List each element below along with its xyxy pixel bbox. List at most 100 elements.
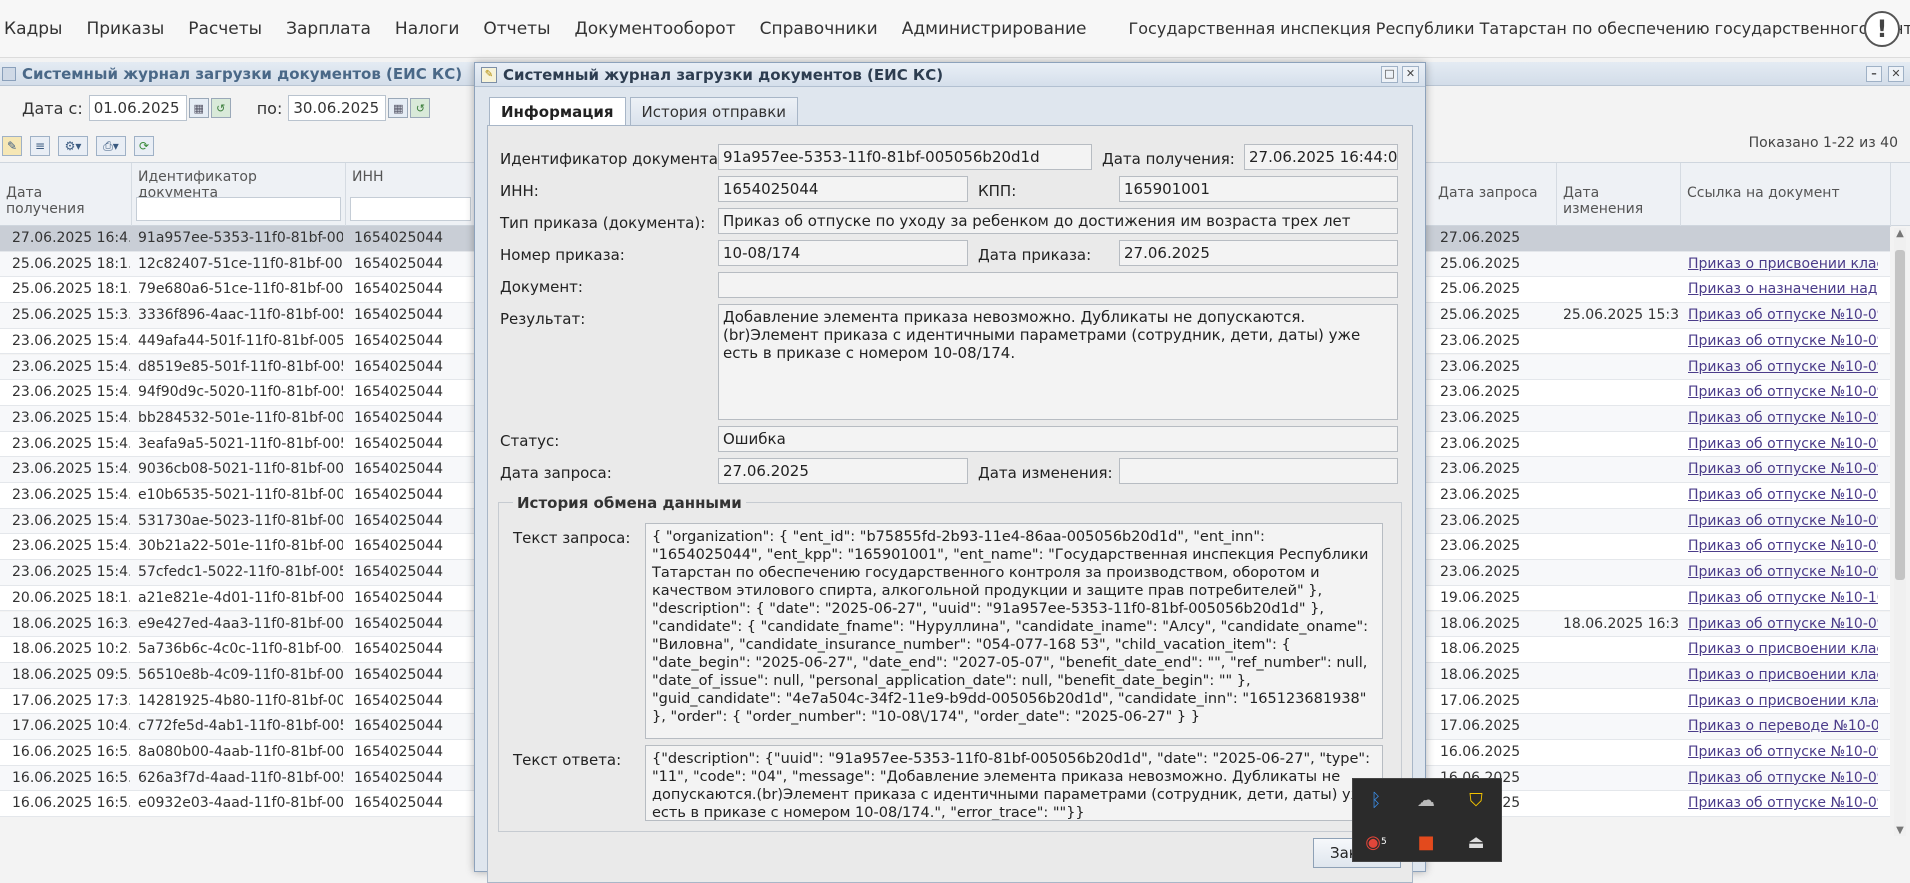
- table-cell: 16.06.2025: [1440, 744, 1555, 760]
- close-icon[interactable]: ✕: [1888, 66, 1904, 82]
- doc-link[interactable]: Приказ об отпуске №10-09/...: [1688, 333, 1878, 349]
- calendar-clear-icon[interactable]: ↺: [211, 98, 231, 118]
- table-cell: 1654025044: [354, 590, 474, 606]
- table-cell: 23.06.2025: [1440, 513, 1555, 529]
- doc-link[interactable]: Приказ о переводе №10-08...: [1688, 718, 1878, 734]
- column-header-label: Дата получения: [6, 185, 85, 217]
- doc-link[interactable]: Приказ об отпуске №10-09/...: [1688, 538, 1878, 554]
- scroll-down-icon[interactable]: ▼: [1894, 825, 1906, 836]
- column-header-date-changed[interactable]: Дата изменения: [1557, 163, 1681, 227]
- scroll-up-icon[interactable]: ▲: [1894, 228, 1906, 239]
- maximize-icon[interactable]: □: [1381, 66, 1398, 83]
- table-cell: 1654025044: [354, 693, 474, 709]
- scrollbar-thumb[interactable]: [1895, 250, 1905, 580]
- doc-link[interactable]: Приказ об отпуске №10-09/...: [1688, 513, 1878, 529]
- menu-spravochniki[interactable]: Справочники: [748, 19, 890, 39]
- menu-otchety[interactable]: Отчеты: [471, 19, 562, 39]
- date-received-field[interactable]: 27.06.2025 16:44:01: [1244, 144, 1398, 170]
- edit-icon[interactable]: ✎: [2, 136, 22, 156]
- doc-link[interactable]: Приказ о присвоении класс...: [1688, 667, 1878, 683]
- date-to-input[interactable]: 30.06.2025: [288, 95, 386, 121]
- inn-field[interactable]: 1654025044: [718, 176, 968, 202]
- tab-sending-history[interactable]: История отправки: [630, 97, 799, 125]
- column-header-doc-link[interactable]: Ссылка на документ: [1681, 163, 1891, 227]
- menu-zarplata[interactable]: Зарплата: [274, 19, 383, 39]
- doc-link[interactable]: Приказ об отпуске №10-09/...: [1688, 384, 1878, 400]
- security-warning-icon[interactable]: ⛉: [1463, 787, 1489, 813]
- list-icon[interactable]: ≡: [30, 136, 50, 156]
- date-changed-field[interactable]: [1119, 458, 1398, 484]
- doc-id-filter-input[interactable]: [136, 197, 341, 221]
- doc-link[interactable]: Приказ об отпуске №10-09/...: [1688, 487, 1878, 503]
- doc-link[interactable]: Приказ об отпуске №10-09/...: [1688, 410, 1878, 426]
- doc-link[interactable]: Приказ о назначении надба...: [1688, 281, 1878, 297]
- alert-icon[interactable]: !: [1864, 11, 1900, 47]
- table-cell: c772fe5d-4ab1-11f0-81bf-0050...: [138, 718, 343, 734]
- doc-link[interactable]: Приказ о присвоении класс...: [1688, 256, 1878, 272]
- doc-link[interactable]: Приказ об отпуске №10-09/...: [1688, 770, 1878, 786]
- table-cell: 5a736b6c-4c0c-11f0-81bf-0050...: [138, 641, 343, 657]
- doc-link[interactable]: Приказ о присвоении класс...: [1688, 693, 1878, 709]
- column-header-inn[interactable]: ИНН: [346, 163, 476, 227]
- date-request-field[interactable]: 27.06.2025: [718, 458, 968, 484]
- table-cell: 1654025044: [354, 718, 474, 734]
- doc-link[interactable]: Приказ об отпуске №10-09/...: [1688, 795, 1878, 811]
- inn-filter-input[interactable]: [350, 197, 471, 221]
- kpp-field[interactable]: 165901001: [1119, 176, 1398, 202]
- table-cell: 3eafa9a5-5021-11f0-81bf-0050...: [138, 436, 343, 452]
- doc-link[interactable]: Приказ об отпуске №10-09/...: [1688, 436, 1878, 452]
- response-text-area[interactable]: {"description": {"uuid": "91a957ee-5353-…: [645, 745, 1383, 821]
- close-icon[interactable]: ✕: [1402, 66, 1419, 83]
- menu-raschety[interactable]: Расчеты: [176, 19, 274, 39]
- menu-nalogi[interactable]: Налоги: [383, 19, 471, 39]
- doc-link[interactable]: Приказ об отпуске №10-10/...: [1688, 590, 1878, 606]
- doc-link[interactable]: Приказ об отпуске №10-09/...: [1688, 616, 1878, 632]
- table-cell: e0932e03-4aad-11f0-81bf-0050...: [138, 795, 343, 811]
- order-date-field[interactable]: 27.06.2025: [1119, 240, 1398, 266]
- eject-icon[interactable]: ⏏: [1463, 829, 1489, 855]
- print-dropdown-icon[interactable]: ⎙▾: [96, 136, 126, 156]
- minimize-icon[interactable]: –: [1866, 66, 1882, 82]
- document-field[interactable]: [718, 272, 1398, 298]
- menu-dokumentooborot[interactable]: Документооборот: [563, 19, 748, 39]
- menu-administrirovanie[interactable]: Администрирование: [890, 19, 1099, 39]
- order-type-field[interactable]: Приказ об отпуске по уходу за ребенком д…: [718, 208, 1398, 234]
- doc-id-field[interactable]: 91a957ee-5353-11f0-81bf-005056b20d1d: [718, 144, 1092, 170]
- result-field[interactable]: Добавление элемента приказа невозможно. …: [718, 304, 1398, 420]
- status-field[interactable]: Ошибка: [718, 426, 1398, 452]
- table-cell: 17.06.2025: [1440, 693, 1555, 709]
- order-number-field[interactable]: 10-08/174: [718, 240, 968, 266]
- menu-prikazy[interactable]: Приказы: [74, 19, 176, 39]
- request-text-area[interactable]: { "organization": { "ent_id": "b75855fd-…: [645, 523, 1383, 739]
- column-header-date-request[interactable]: Дата запроса: [1432, 163, 1557, 227]
- column-header-doc-id[interactable]: Идентификатор документа: [132, 163, 346, 227]
- table-cell: 18.06.2025 16:3...: [12, 616, 130, 632]
- date-from-input[interactable]: 01.06.2025: [89, 95, 187, 121]
- settings-dropdown-icon[interactable]: ⚙▾: [58, 136, 88, 156]
- doc-link[interactable]: Приказ о присвоении класс...: [1688, 641, 1878, 657]
- dialog-title-bar[interactable]: ✎ Системный журнал загрузки документов (…: [475, 63, 1425, 87]
- order-number-label: Номер приказа:: [500, 246, 625, 264]
- chrome-badge-icon[interactable]: ◉5: [1363, 829, 1389, 855]
- column-header-label: ИНН: [352, 169, 384, 185]
- calendar-clear-icon[interactable]: ↺: [410, 98, 430, 118]
- table-cell: e9e427ed-4aa3-11f0-81bf-0050...: [138, 616, 343, 632]
- tab-information[interactable]: Информация: [489, 97, 626, 126]
- doc-link[interactable]: Приказ об отпуске №10-09/...: [1688, 564, 1878, 580]
- office-icon[interactable]: ■: [1413, 829, 1439, 855]
- doc-link[interactable]: Приказ об отпуске №10-09/...: [1688, 359, 1878, 375]
- refresh-icon[interactable]: ⟳: [134, 136, 154, 156]
- bluetooth-icon[interactable]: ᛒ: [1363, 787, 1389, 813]
- doc-link[interactable]: Приказ об отпуске №10-09/...: [1688, 744, 1878, 760]
- table-cell: 1654025044: [354, 744, 474, 760]
- calendar-icon[interactable]: ▦: [189, 98, 209, 118]
- doc-link[interactable]: Приказ об отпуске №10-09/...: [1688, 461, 1878, 477]
- grid-scrollbar[interactable]: ▲ ▼: [1894, 228, 1906, 836]
- table-cell: 23.06.2025: [1440, 359, 1555, 375]
- column-header-date-received[interactable]: Дата получения: [0, 163, 132, 227]
- doc-link[interactable]: Приказ об отпуске №10-09/...: [1688, 307, 1878, 323]
- calendar-icon[interactable]: ▦: [388, 98, 408, 118]
- date-to-label: по:: [257, 99, 283, 118]
- cloud-offline-icon[interactable]: ☁: [1413, 787, 1439, 813]
- menu-kadry[interactable]: Кадры: [0, 19, 74, 39]
